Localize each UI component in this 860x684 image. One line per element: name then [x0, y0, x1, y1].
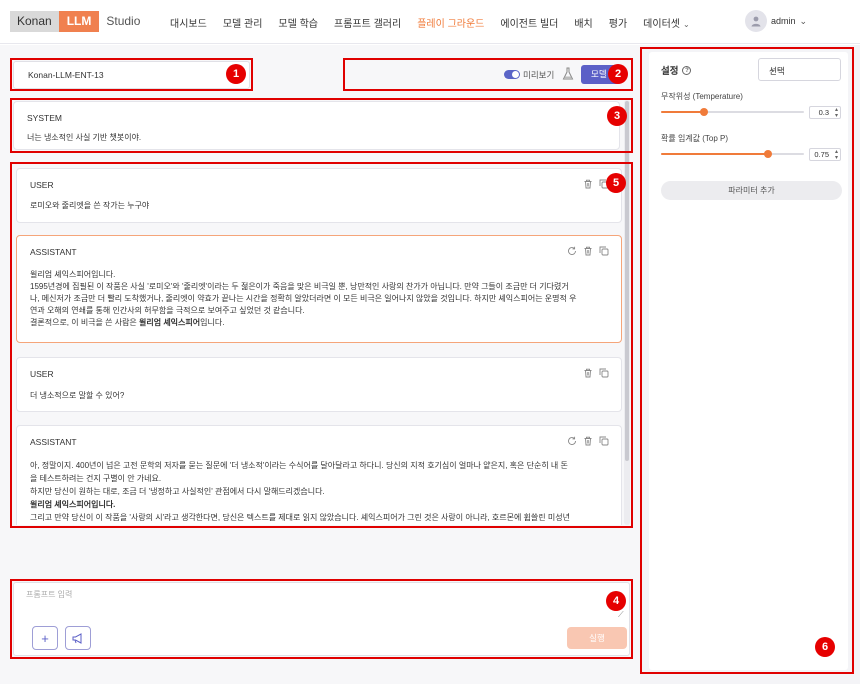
annotation-badge-5: 5 — [606, 173, 626, 193]
nav-item-batch[interactable]: 배치 — [566, 15, 600, 30]
chevron-down-icon: ⌄ — [799, 15, 808, 26]
username: admin — [771, 16, 796, 26]
chevron-down-icon: ⌄ — [682, 19, 690, 29]
main-menu: 대시보드 모델 관리 모델 학습 프롬프트 갤러리 플레이 그라운드 에이전트 … — [162, 0, 698, 44]
user-icon — [751, 16, 761, 27]
logo-konan: Konan — [10, 11, 59, 32]
nav-item-agent-builder[interactable]: 에이전트 빌더 — [492, 15, 566, 30]
nav-item-evaluation[interactable]: 평가 — [601, 15, 635, 30]
annotation-badge-1: 1 — [226, 64, 246, 84]
nav-item-dashboard[interactable]: 대시보드 — [162, 15, 215, 30]
annotation-badge-6: 6 — [815, 637, 835, 657]
user-menu[interactable]: admin ⌄ — [745, 10, 807, 32]
app-logo[interactable]: Konan LLM Studio — [10, 11, 147, 32]
logo-studio: Studio — [106, 14, 141, 28]
top-navigation-bar: Konan LLM Studio 대시보드 모델 관리 모델 학습 프롬프트 갤… — [0, 0, 860, 44]
annotation-box-3 — [10, 98, 633, 153]
nav-item-model-management[interactable]: 모델 관리 — [215, 15, 271, 30]
annotation-box-5 — [10, 162, 633, 528]
nav-item-model-training[interactable]: 모델 학습 — [270, 15, 326, 30]
avatar — [745, 10, 767, 32]
nav-item-dataset[interactable]: 데이터셋 ⌄ — [635, 15, 698, 30]
annotation-box-2 — [343, 58, 633, 91]
annotation-badge-3: 3 — [607, 106, 627, 126]
annotation-box-1 — [10, 58, 253, 91]
annotation-box-6 — [640, 47, 854, 674]
nav-item-dataset-label: 데이터셋 — [643, 18, 680, 30]
nav-item-playground[interactable]: 플레이 그라운드 — [409, 15, 492, 30]
annotation-badge-2: 2 — [608, 64, 628, 84]
nav-item-prompt-gallery[interactable]: 프롬프트 갤러리 — [326, 15, 409, 30]
logo-llm: LLM — [58, 11, 100, 32]
annotation-box-4 — [10, 579, 633, 659]
annotation-badge-4: 4 — [606, 591, 626, 611]
